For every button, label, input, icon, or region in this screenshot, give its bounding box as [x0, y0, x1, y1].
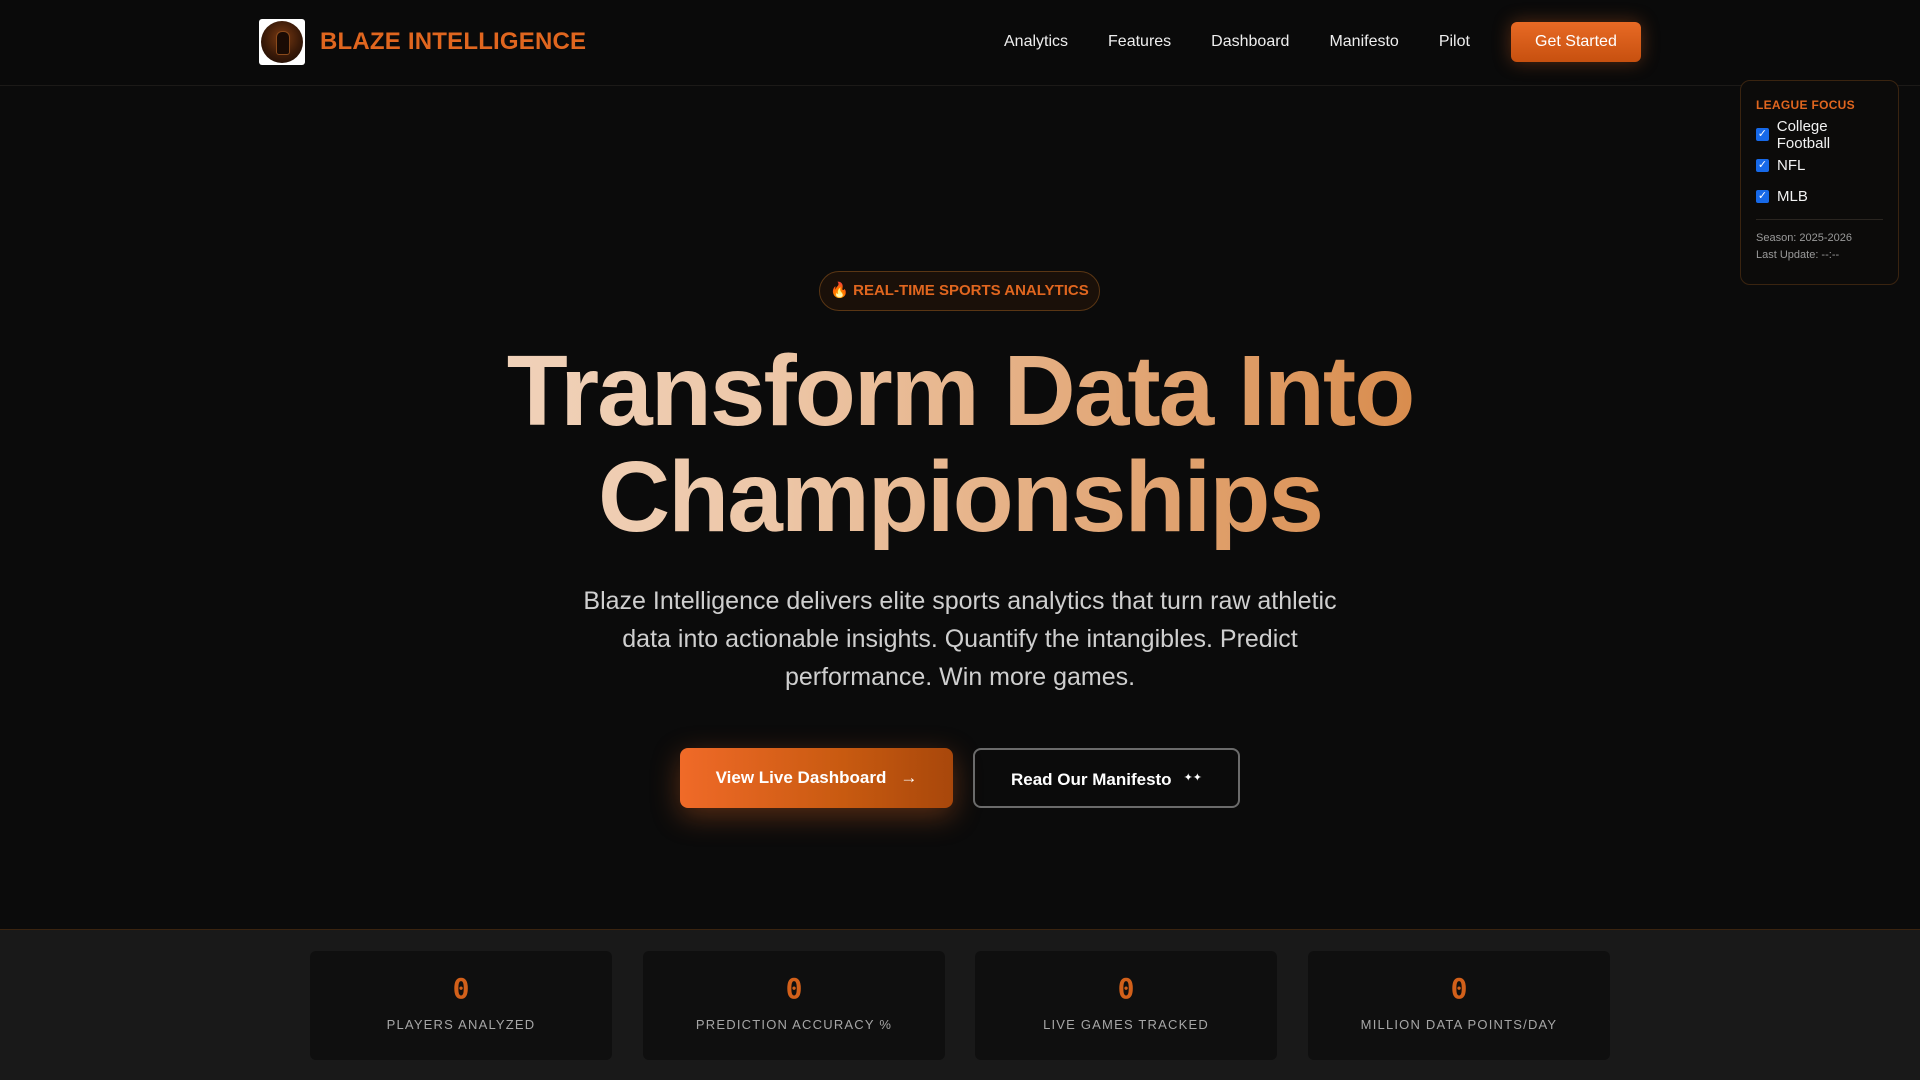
- stat-label: LIVE GAMES TRACKED: [1043, 1017, 1209, 1032]
- checkbox-checked-icon[interactable]: ✓: [1756, 159, 1769, 172]
- site-header: BLAZE INTELLIGENCE Analytics Features Da…: [0, 0, 1920, 86]
- hero-subtitle: Blaze Intelligence delivers elite sports…: [583, 587, 1337, 691]
- checkbox-checked-icon[interactable]: ✓: [1756, 128, 1769, 141]
- stat-label: PREDICTION ACCURACY %: [695, 1017, 893, 1032]
- divider: [1756, 219, 1883, 220]
- league-label: NFL: [1777, 157, 1806, 174]
- brand-name: BLAZE INTELLIGENCE: [320, 28, 587, 55]
- league-label: College Football: [1776, 117, 1831, 152]
- read-manifesto-button[interactable]: Read Our Manifesto ✦✦: [973, 748, 1240, 808]
- stat-value: 0: [1117, 972, 1135, 1005]
- read-manifesto-label: Read Our Manifesto: [1010, 770, 1172, 789]
- nav-link-manifesto[interactable]: Manifesto: [1329, 22, 1398, 62]
- stat-label: MILLION DATA POINTS/DAY: [1360, 1017, 1558, 1032]
- nav-link-features[interactable]: Features: [1108, 22, 1171, 62]
- realtime-badge: 🔥 REAL-TIME SPORTS ANALYTICS: [819, 271, 1100, 311]
- stat-card-data-points: 0 MILLION DATA POINTS/DAY: [1308, 951, 1610, 1060]
- brand[interactable]: BLAZE INTELLIGENCE: [259, 19, 586, 65]
- main-nav: Analytics Features Dashboard Manifesto P…: [1004, 22, 1641, 62]
- sparkle-icon: ✦✦: [1183, 772, 1203, 784]
- stat-value: 0: [785, 972, 803, 1005]
- stat-value: 0: [452, 972, 470, 1005]
- hero-headline-text: Transform Data Into Championships: [506, 335, 1414, 553]
- stat-card-players: 0 PLAYERS ANALYZED: [310, 951, 612, 1060]
- arrow-right-icon: →: [900, 768, 918, 787]
- get-started-button[interactable]: Get Started: [1510, 22, 1641, 62]
- view-live-dashboard-label: View Live Dashboard: [715, 768, 887, 787]
- league-item-college-football[interactable]: ✓ College Football: [1756, 118, 1883, 152]
- view-live-dashboard-button[interactable]: View Live Dashboard →: [680, 748, 953, 808]
- nav-link-pilot[interactable]: Pilot: [1439, 22, 1470, 62]
- league-focus-panel: LEAGUE FOCUS ✓ College Football ✓ NFL ✓ …: [1740, 80, 1899, 285]
- stat-label: PLAYERS ANALYZED: [386, 1017, 536, 1032]
- season-text: Season: 2025-2026: [1756, 232, 1853, 244]
- league-focus-title: LEAGUE FOCUS: [1756, 98, 1855, 112]
- hero-headline: Transform Data Into Championships: [0, 338, 1920, 550]
- nav-link-dashboard[interactable]: Dashboard: [1211, 22, 1289, 62]
- league-item-nfl[interactable]: ✓ NFL: [1756, 157, 1883, 174]
- landing-page: BLAZE INTELLIGENCE Analytics Features Da…: [0, 0, 1920, 1080]
- league-label: MLB: [1777, 188, 1808, 205]
- last-update-text: Last Update: --:--: [1756, 249, 1840, 261]
- stats-section: 0 PLAYERS ANALYZED 0 PREDICTION ACCURACY…: [0, 929, 1920, 1080]
- stat-card-live-games: 0 LIVE GAMES TRACKED: [975, 951, 1277, 1060]
- nav-link-analytics[interactable]: Analytics: [1004, 22, 1068, 62]
- stat-card-accuracy: 0 PREDICTION ACCURACY %: [643, 951, 945, 1060]
- checkbox-checked-icon[interactable]: ✓: [1756, 190, 1769, 203]
- league-item-mlb[interactable]: ✓ MLB: [1756, 188, 1883, 205]
- stat-value: 0: [1450, 972, 1468, 1005]
- flame-logo-icon: [259, 19, 305, 65]
